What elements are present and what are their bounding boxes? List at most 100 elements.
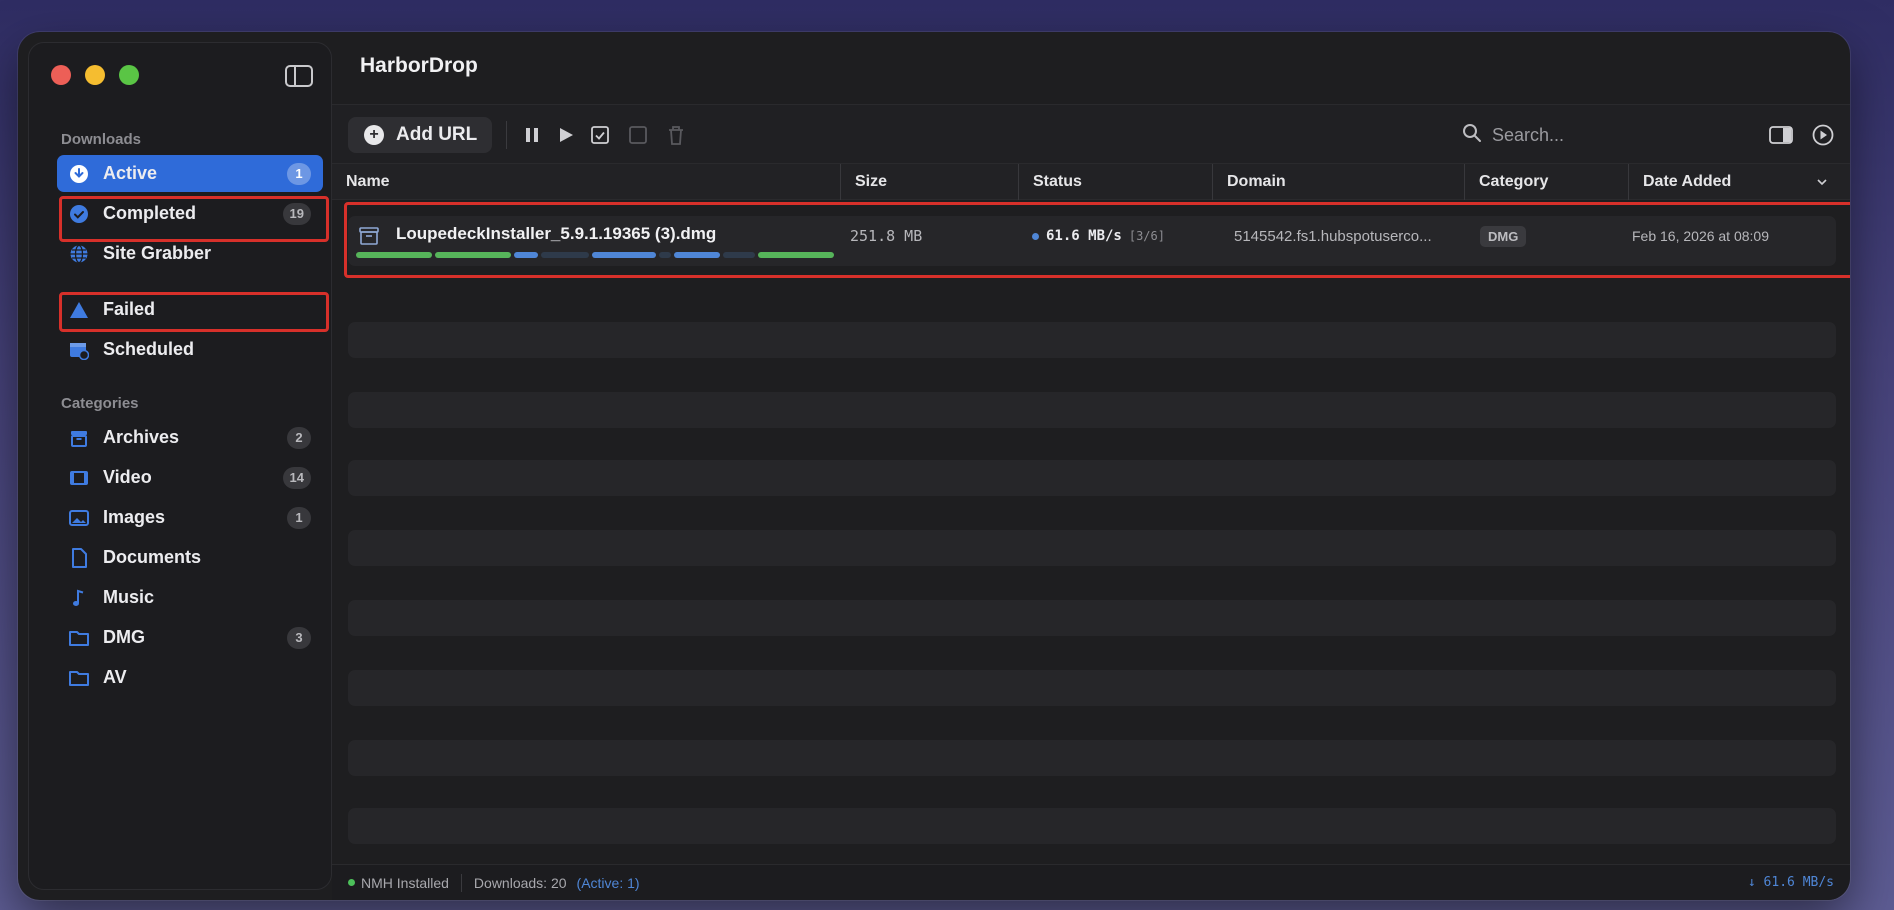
column-header-name[interactable]: Name xyxy=(332,164,840,200)
add-url-button[interactable]: + Add URL xyxy=(348,117,492,153)
segment-progress-bar xyxy=(356,252,834,258)
sidebar-item-music[interactable]: Music xyxy=(57,579,323,616)
sidebar-toggle-icon[interactable] xyxy=(285,65,313,87)
sidebar-item-label: DMG xyxy=(103,627,145,647)
sidebar-item-label: Images xyxy=(103,507,166,527)
chevron-down-icon[interactable] xyxy=(1816,175,1828,193)
column-header-date-added[interactable]: Date Added xyxy=(1628,164,1828,200)
app-title: HarborDrop xyxy=(360,54,478,77)
close-window-button[interactable] xyxy=(51,65,71,85)
empty-row xyxy=(348,322,1836,358)
sidebar-item-documents[interactable]: Documents xyxy=(57,539,323,576)
sidebar-item-site-grabber[interactable]: Site Grabber xyxy=(57,235,323,272)
count-badge: 2 xyxy=(287,426,311,449)
sidebar-item-dmg[interactable]: DMG 3 xyxy=(57,619,323,656)
music-note-icon xyxy=(69,588,89,608)
search-icon xyxy=(1462,123,1482,148)
zoom-window-button[interactable] xyxy=(119,65,139,85)
titlebar: HarborDrop xyxy=(332,32,1850,104)
checkbox-checked-icon[interactable] xyxy=(590,125,610,145)
sidebar-item-label: AV xyxy=(103,667,127,687)
sidebar-item-label: Completed xyxy=(103,203,197,223)
empty-row xyxy=(348,460,1836,496)
sidebar-item-label: Music xyxy=(103,587,155,607)
folder-icon xyxy=(69,628,89,648)
archive-box-icon xyxy=(358,216,380,256)
checkmark-circle-icon xyxy=(69,204,89,224)
calendar-clock-icon xyxy=(69,340,89,360)
trash-icon[interactable] xyxy=(666,125,686,145)
empty-row xyxy=(348,530,1836,566)
toolbar: + Add URL xyxy=(332,104,1850,164)
window-controls xyxy=(51,65,139,85)
sidebar-item-label: Failed xyxy=(103,299,156,319)
empty-row xyxy=(348,392,1836,428)
column-header-domain[interactable]: Domain xyxy=(1212,164,1464,200)
sidebar-item-label: Video xyxy=(103,467,152,487)
count-badge: 1 xyxy=(287,162,311,185)
plus-circle-icon: + xyxy=(364,125,384,145)
checkbox-empty-icon[interactable] xyxy=(628,125,648,145)
date-added: Feb 16, 2026 at 08:09 xyxy=(1632,228,1769,244)
download-circle-icon xyxy=(69,164,89,184)
sidebar-item-video[interactable]: Video 14 xyxy=(57,459,323,496)
count-badge: 14 xyxy=(282,466,311,489)
segment-count: [3/6] xyxy=(1128,229,1165,243)
count-badge: 19 xyxy=(282,202,311,225)
downloads-count: Downloads: 20 xyxy=(473,874,567,891)
sidebar-item-label: Scheduled xyxy=(103,339,195,359)
play-circle-icon[interactable] xyxy=(1812,124,1834,146)
file-size: 251.8 MB xyxy=(850,227,923,245)
play-icon[interactable] xyxy=(556,125,576,145)
minimize-window-button[interactable] xyxy=(85,65,105,85)
empty-row xyxy=(348,670,1836,706)
add-url-label: Add URL xyxy=(396,124,478,145)
count-badge: 1 xyxy=(287,506,311,529)
nmh-status: NMH Installed xyxy=(361,874,449,891)
film-icon xyxy=(69,468,89,488)
table-header: Name Size Status Domain Category Date Ad… xyxy=(332,164,1850,200)
table-row[interactable]: LoupedeckInstaller_5.9.1.19365 (3).dmg 2… xyxy=(348,216,1836,266)
sidebar-item-failed[interactable]: Failed xyxy=(57,291,323,328)
toolbar-divider xyxy=(506,121,507,149)
download-speed: 61.6 MB/s xyxy=(1046,228,1122,244)
sidebar-item-label: Documents xyxy=(103,547,202,567)
archive-box-icon xyxy=(69,428,89,448)
empty-row xyxy=(348,600,1836,636)
sidebar-item-scheduled[interactable]: Scheduled xyxy=(57,331,323,368)
sidebar-item-archives[interactable]: Archives 2 xyxy=(57,419,323,456)
column-header-category[interactable]: Category xyxy=(1464,164,1628,200)
sidebar: Downloads Active 1 Completed 19 Site Gra… xyxy=(28,42,332,890)
domain: 5145542.fs1.hubspotuserco... xyxy=(1234,227,1432,245)
sidebar-item-av[interactable]: AV xyxy=(57,659,323,696)
inspector-panel-icon[interactable] xyxy=(1768,125,1794,145)
sidebar-item-completed[interactable]: Completed 19 xyxy=(57,195,323,232)
photo-icon xyxy=(69,508,89,528)
warning-triangle-icon xyxy=(69,300,89,320)
sidebar-item-images[interactable]: Images 1 xyxy=(57,499,323,536)
empty-row xyxy=(348,808,1836,844)
status-divider xyxy=(460,873,462,892)
categories-section-title: Categories xyxy=(61,395,139,412)
status-bar: NMH Installed Downloads: 20 (Active: 1) … xyxy=(332,864,1850,900)
column-header-size[interactable]: Size xyxy=(840,164,1018,200)
sidebar-item-label: Site Grabber xyxy=(103,243,212,263)
downloads-section-title: Downloads xyxy=(61,131,142,148)
category-badge-cell: DMG xyxy=(1480,216,1527,256)
sidebar-item-label: Active xyxy=(103,163,158,183)
search-field[interactable] xyxy=(1462,123,1612,148)
pause-icon[interactable] xyxy=(522,125,542,145)
column-header-status[interactable]: Status xyxy=(1018,164,1212,200)
app-window: Downloads Active 1 Completed 19 Site Gra… xyxy=(18,32,1850,900)
empty-row xyxy=(348,740,1836,776)
sidebar-item-label: Archives xyxy=(103,427,180,447)
sidebar-item-active[interactable]: Active 1 xyxy=(57,155,323,192)
document-icon xyxy=(69,547,89,568)
file-name: LoupedeckInstaller_5.9.1.19365 (3).dmg xyxy=(396,224,717,243)
globe-icon xyxy=(69,244,89,264)
count-badge: 3 xyxy=(287,626,311,649)
search-input[interactable] xyxy=(1492,125,1612,146)
main-content: HarborDrop + Add URL Search... Name Size… xyxy=(332,32,1850,900)
category-badge: DMG xyxy=(1480,225,1527,247)
status-dot xyxy=(1032,232,1039,240)
